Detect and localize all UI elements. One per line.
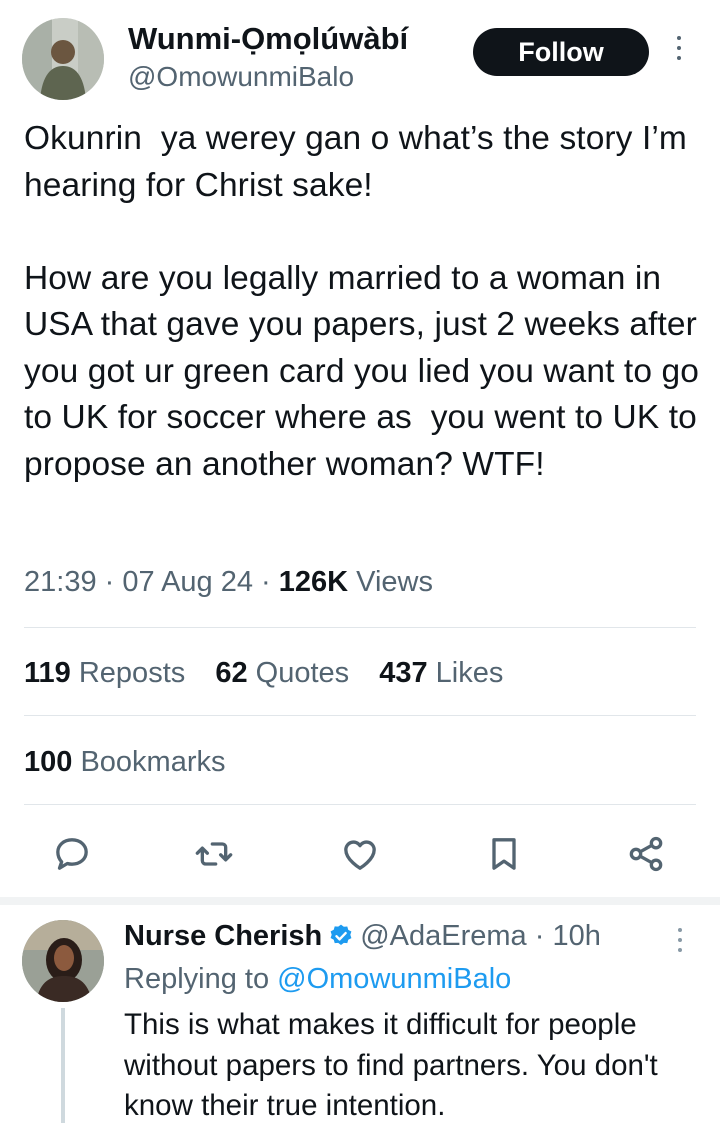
replying-to: Replying to @OmowunmiBalo	[124, 963, 512, 995]
reply-icon[interactable]	[48, 830, 96, 878]
bookmarks-stat[interactable]: 100 Bookmarks	[24, 742, 226, 782]
views-label: Views	[356, 566, 434, 598]
section-separator	[0, 897, 720, 905]
quotes-stat[interactable]: 62 Quotes	[215, 657, 349, 689]
tweet-text: Okunrin ya werey gan o what’s the story …	[24, 120, 699, 483]
bookmark-icon[interactable]	[480, 830, 528, 878]
reposts-stat[interactable]: 119 Reposts	[24, 657, 185, 689]
divider	[24, 627, 696, 628]
tweet-date: 07 Aug 24	[122, 566, 253, 598]
repost-icon[interactable]	[190, 830, 238, 878]
share-icon[interactable]	[622, 830, 670, 878]
replying-to-mention[interactable]: @OmowunmiBalo	[277, 963, 511, 995]
reply-author-avatar[interactable]	[22, 920, 104, 1002]
author-avatar[interactable]	[22, 18, 104, 100]
follow-button[interactable]: Follow	[473, 28, 649, 76]
verified-badge-icon	[328, 921, 354, 959]
reply-author-handle[interactable]: @AdaErema	[360, 920, 526, 952]
views-count: 126K	[278, 566, 349, 598]
thread-line	[61, 1008, 65, 1123]
reply-text: This is what makes it difficult for peop…	[124, 1008, 658, 1122]
reply-author-name[interactable]: Nurse Cherish	[124, 920, 322, 952]
reply-more-options-icon[interactable]	[672, 928, 688, 958]
author-handle[interactable]: @OmowunmiBalo	[128, 60, 354, 94]
like-icon[interactable]	[336, 830, 384, 878]
tweet-time: 21:39	[24, 566, 97, 598]
divider	[24, 804, 696, 805]
likes-stat[interactable]: 437 Likes	[379, 657, 503, 689]
engagement-stats: 119 Reposts 62 Quotes 437 Likes	[24, 653, 525, 693]
reply-header: Nurse Cherish @AdaErema · 10h	[124, 917, 601, 959]
divider	[24, 715, 696, 716]
more-options-icon[interactable]	[670, 36, 688, 68]
tweet-meta: 21:39 · 07 Aug 24 · 126K Views	[24, 566, 434, 598]
author-name[interactable]: Wunmi-Ọmọlúwàbí	[128, 20, 408, 58]
reply-age: 10h	[552, 920, 601, 952]
